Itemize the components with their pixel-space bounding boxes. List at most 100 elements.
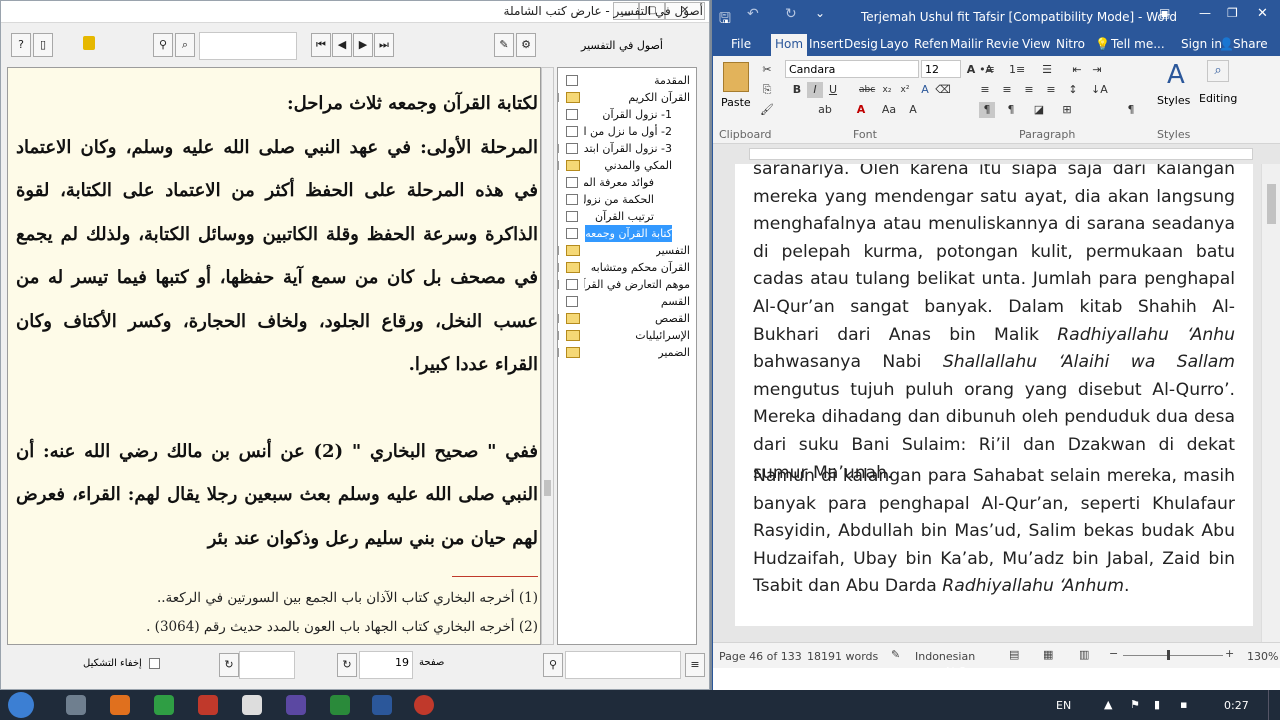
- tree-item[interactable]: + الضمير: [558, 344, 690, 361]
- editing-label[interactable]: Editing: [1199, 92, 1237, 105]
- tree-item[interactable]: +3- نزول القرآن ابتداء: [558, 140, 672, 157]
- hide-tashkeel-checkbox[interactable]: [149, 658, 160, 669]
- tell-me-box[interactable]: Tell me...: [1111, 37, 1165, 51]
- ribbon-options-icon[interactable]: ▣: [1159, 6, 1170, 20]
- tools-icon[interactable]: ⚙: [516, 33, 536, 57]
- tree-item[interactable]: 2- أول ما نزل من القرآن: [562, 123, 672, 140]
- page-count[interactable]: Page 46 of 133: [719, 650, 802, 663]
- save-icon[interactable]: 🖫: [719, 8, 731, 32]
- last-page-icon[interactable]: ⏭: [374, 33, 394, 57]
- goto-page-icon[interactable]: ↻: [337, 653, 357, 677]
- list-icon[interactable]: ≡: [685, 653, 705, 677]
- redo-icon[interactable]: ↻: [785, 6, 797, 22]
- tab-design[interactable]: Desig: [844, 37, 878, 51]
- bold-icon[interactable]: B: [789, 82, 805, 98]
- language[interactable]: Indonesian: [915, 650, 975, 663]
- tab-view[interactable]: View: [1022, 37, 1050, 51]
- share-button[interactable]: Share: [1233, 37, 1268, 51]
- taskbar-app-icon-2[interactable]: [198, 695, 218, 715]
- expand-icon[interactable]: +: [558, 246, 559, 255]
- tree-item[interactable]: + الإسرائيليات: [558, 327, 690, 344]
- firefox-icon[interactable]: [110, 695, 130, 715]
- collapse-icon[interactable]: −: [558, 161, 559, 170]
- tree-item[interactable]: ترتيب القرآن: [562, 208, 654, 225]
- next-page-icon[interactable]: ▶: [353, 33, 373, 57]
- tab-insert[interactable]: Insert: [809, 37, 843, 51]
- bottom-search-input[interactable]: [565, 651, 681, 679]
- highlight-icon[interactable]: ab: [817, 102, 833, 118]
- tree-item[interactable]: القسم: [562, 293, 690, 310]
- grow-icon[interactable]: A: [905, 102, 921, 118]
- horizontal-ruler[interactable]: [713, 144, 1280, 164]
- language-indicator[interactable]: EN: [1056, 699, 1071, 712]
- print-layout-icon[interactable]: ▦: [1043, 648, 1053, 661]
- tab-nitro[interactable]: Nitro: [1056, 37, 1085, 51]
- tab-references[interactable]: Refen: [914, 37, 948, 51]
- increase-indent-icon[interactable]: ⇥: [1089, 62, 1105, 78]
- binoculars-icon[interactable]: ⚲: [153, 33, 173, 57]
- taskbar-app-icon-5[interactable]: [330, 695, 350, 715]
- start-button[interactable]: [8, 692, 34, 718]
- tree-item[interactable]: المقدمة: [562, 72, 690, 89]
- borders-icon[interactable]: ⊞: [1059, 102, 1075, 118]
- clock[interactable]: 0:27: [1224, 699, 1249, 712]
- expand-icon[interactable]: +: [558, 331, 559, 340]
- tree-item[interactable]: كتابة القرآن وجمعه: [562, 225, 672, 242]
- collapse-icon[interactable]: −: [558, 93, 559, 102]
- undo-icon[interactable]: ↶: [747, 6, 759, 22]
- word-minimize-button[interactable]: —: [1199, 6, 1211, 20]
- numbering-icon[interactable]: 1≡: [1009, 62, 1025, 78]
- show-desktop-button[interactable]: [1268, 690, 1280, 720]
- decrease-indent-icon[interactable]: ⇤: [1069, 62, 1085, 78]
- tree-item[interactable]: الحكمة من نزول: [562, 191, 654, 208]
- paste-label[interactable]: Paste: [721, 96, 751, 109]
- doc-scroll-thumb[interactable]: [1267, 184, 1276, 224]
- flag-icon[interactable]: ⚑: [1130, 698, 1140, 711]
- tab-file[interactable]: File: [731, 37, 751, 51]
- zoom-slider-thumb[interactable]: [1167, 650, 1170, 660]
- prev-page-icon[interactable]: ◀: [332, 33, 352, 57]
- word-close-button[interactable]: ✕: [1257, 6, 1268, 21]
- help-icon[interactable]: ?: [11, 33, 31, 57]
- scroll-thumb[interactable]: [544, 480, 551, 496]
- lock-icon[interactable]: [83, 36, 95, 50]
- italic-icon[interactable]: I: [807, 82, 823, 98]
- show-marks-icon[interactable]: ¶: [1123, 102, 1139, 118]
- underline-icon[interactable]: U: [825, 82, 841, 98]
- expand-icon[interactable]: +: [558, 280, 559, 289]
- format-painter-icon[interactable]: 🖌: [759, 102, 775, 118]
- tree-item[interactable]: − المكي والمدني: [558, 157, 672, 174]
- first-page-icon[interactable]: ⏮: [311, 33, 331, 57]
- search-input[interactable]: [199, 32, 297, 60]
- change-case-icon[interactable]: Aa: [881, 102, 897, 118]
- rtl-icon[interactable]: ¶: [1003, 102, 1019, 118]
- strikethrough-icon[interactable]: abc: [859, 82, 875, 98]
- read-mode-icon[interactable]: ▤: [1009, 648, 1019, 661]
- tree-item[interactable]: + القرآن محكم ومتشابه: [558, 259, 690, 276]
- text-effects-icon[interactable]: A: [917, 82, 933, 98]
- tree-item[interactable]: − القرآن الكريم: [558, 89, 690, 106]
- expand-icon[interactable]: +: [558, 144, 559, 153]
- cut-icon[interactable]: ✂: [759, 62, 775, 78]
- proofing-icon[interactable]: ✎: [891, 648, 900, 661]
- secondary-input[interactable]: [239, 651, 295, 679]
- page-scrollbar[interactable]: [541, 67, 554, 645]
- superscript-icon[interactable]: x²: [897, 82, 913, 98]
- network-icon[interactable]: ▪: [1180, 698, 1187, 711]
- tree-item[interactable]: فوائد معرفة المكي: [562, 174, 654, 191]
- font-color-icon[interactable]: A: [853, 102, 869, 118]
- font-size-box[interactable]: 12: [921, 60, 961, 78]
- styles-icon[interactable]: A: [1167, 60, 1185, 90]
- font-name-box[interactable]: Candara: [785, 60, 919, 78]
- tree-item[interactable]: + التفسير: [558, 242, 690, 259]
- subscript-icon[interactable]: x₂: [879, 82, 895, 98]
- tree-item[interactable]: + القصص: [558, 310, 690, 327]
- find-icon[interactable]: ⌕: [1207, 60, 1229, 82]
- tree-item[interactable]: + موهم التعارض في القرآن: [558, 276, 690, 293]
- styles-label[interactable]: Styles: [1157, 94, 1190, 107]
- expand-icon[interactable]: +: [558, 263, 559, 272]
- note-icon[interactable]: ✎: [494, 33, 514, 57]
- paste-icon[interactable]: [723, 62, 749, 92]
- word-restore-button[interactable]: ❐: [1227, 6, 1238, 20]
- taskbar-app-icon-3[interactable]: [242, 695, 262, 715]
